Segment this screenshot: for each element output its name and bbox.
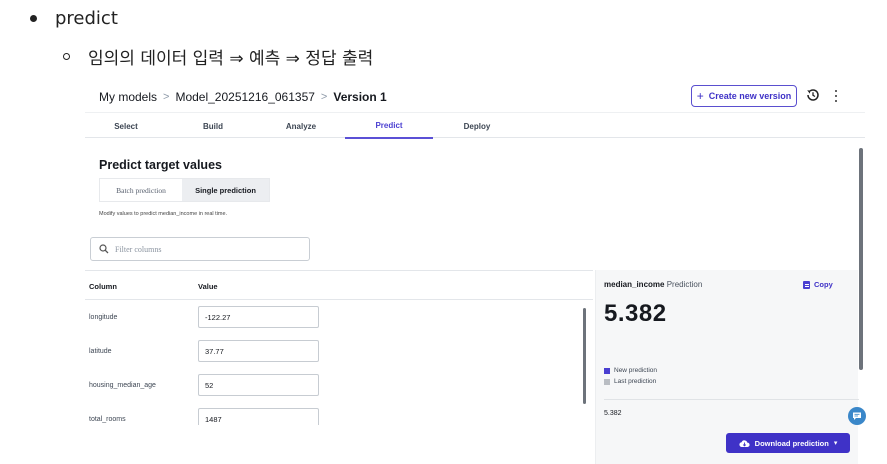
table-header: Column Value bbox=[85, 270, 593, 300]
copy-label: Copy bbox=[814, 280, 833, 289]
bullet-circle-icon bbox=[63, 52, 70, 60]
table-row: housing_median_age 52 bbox=[85, 369, 585, 403]
page-scrollbar[interactable] bbox=[858, 140, 864, 370]
table-row: longitude -122.27 bbox=[85, 301, 585, 335]
single-prediction-option[interactable]: Single prediction bbox=[182, 179, 269, 201]
predict-hint-text: Modify values to predict median_income i… bbox=[99, 211, 228, 217]
chevron-right-icon: > bbox=[320, 91, 328, 103]
cloud-download-icon bbox=[739, 439, 750, 447]
breadcrumb-version: Version 1 bbox=[333, 90, 387, 104]
tab-deploy[interactable]: Deploy bbox=[433, 113, 521, 139]
prediction-target: median_income bbox=[604, 280, 665, 289]
bullet-dot-icon bbox=[30, 14, 37, 22]
search-icon bbox=[99, 244, 109, 254]
copy-button[interactable]: Copy bbox=[803, 280, 833, 289]
legend-last: Last prediction bbox=[604, 376, 657, 387]
legend-new-label: New prediction bbox=[614, 367, 657, 374]
row-column-name: latitude bbox=[89, 348, 112, 355]
row-column-name: total_rooms bbox=[89, 416, 126, 423]
prediction-label: Prediction bbox=[666, 280, 703, 289]
legend-last-label: Last prediction bbox=[614, 378, 657, 385]
table-scrollbar[interactable] bbox=[582, 308, 587, 404]
table-scrollbar-thumb[interactable] bbox=[583, 308, 586, 404]
table-row: latitude 37.77 bbox=[85, 335, 585, 369]
chat-icon[interactable] bbox=[848, 407, 866, 425]
page-scrollbar-thumb[interactable] bbox=[859, 148, 863, 370]
filter-columns-input[interactable]: Filter columns bbox=[90, 237, 310, 261]
prediction-mode-toggle: Batch prediction Single prediction bbox=[99, 178, 270, 202]
canvas-app-window: My models > Model_20251216_061357 > Vers… bbox=[85, 78, 866, 464]
divider bbox=[604, 399, 859, 400]
filter-placeholder: Filter columns bbox=[115, 244, 162, 254]
caret-down-icon: ▾ bbox=[833, 440, 838, 447]
doc-bullet-text: predict bbox=[55, 7, 118, 29]
tab-select[interactable]: Select bbox=[85, 113, 167, 139]
tab-build[interactable]: Build bbox=[169, 113, 257, 139]
batch-prediction-option[interactable]: Batch prediction bbox=[100, 179, 182, 201]
table-row: total_rooms 1487 bbox=[85, 403, 585, 425]
column-header-value: Value bbox=[198, 282, 218, 291]
row-value-input[interactable]: -122.27 bbox=[198, 306, 319, 328]
legend-swatch-last bbox=[604, 378, 610, 385]
tab-analyze[interactable]: Analyze bbox=[257, 113, 345, 139]
breadcrumb-my-models[interactable]: My models bbox=[99, 90, 157, 104]
row-column-name: longitude bbox=[89, 314, 118, 321]
row-value-input[interactable]: 52 bbox=[198, 374, 319, 396]
prediction-legend: New prediction Last prediction bbox=[604, 365, 657, 387]
legend-new: New prediction bbox=[604, 365, 657, 376]
prediction-value: 5.382 bbox=[604, 300, 667, 327]
download-prediction-label: Download prediction bbox=[754, 438, 829, 448]
download-prediction-button[interactable]: Download prediction ▾ bbox=[726, 433, 850, 453]
plus-icon: + bbox=[696, 89, 704, 103]
predict-section-title: Predict target values bbox=[99, 158, 222, 172]
tab-predict[interactable]: Predict bbox=[345, 113, 433, 139]
tab-bar: Select Build Analyze Predict Deploy bbox=[85, 112, 865, 139]
row-value-input[interactable]: 37.77 bbox=[198, 340, 319, 362]
row-value-input[interactable]: 1487 bbox=[198, 408, 319, 425]
breadcrumb-model[interactable]: Model_20251216_061357 bbox=[175, 90, 314, 104]
more-vertical-icon[interactable] bbox=[831, 88, 841, 104]
doc-subbullet-text: 임의의 데이터 입력 ⇒ 예측 ⇒ 정답 출력 bbox=[88, 48, 374, 69]
create-new-version-button[interactable]: + Create new version bbox=[691, 85, 797, 107]
prediction-row-value: 5.382 bbox=[604, 410, 622, 417]
column-header-column: Column bbox=[89, 282, 117, 291]
breadcrumb: My models > Model_20251216_061357 > Vers… bbox=[99, 88, 387, 106]
doc-bullet-predict: predict bbox=[24, 4, 118, 32]
copy-icon bbox=[803, 280, 810, 289]
chevron-right-icon: > bbox=[163, 91, 170, 103]
legend-swatch-new bbox=[604, 367, 610, 374]
doc-subbullet: 임의의 데이터 입력 ⇒ 예측 ⇒ 정답 출력 bbox=[60, 42, 373, 70]
prediction-header: median_income Prediction bbox=[604, 280, 702, 289]
row-column-name: housing_median_age bbox=[89, 382, 156, 389]
history-icon[interactable] bbox=[805, 87, 821, 103]
create-new-version-label: Create new version bbox=[708, 91, 792, 101]
